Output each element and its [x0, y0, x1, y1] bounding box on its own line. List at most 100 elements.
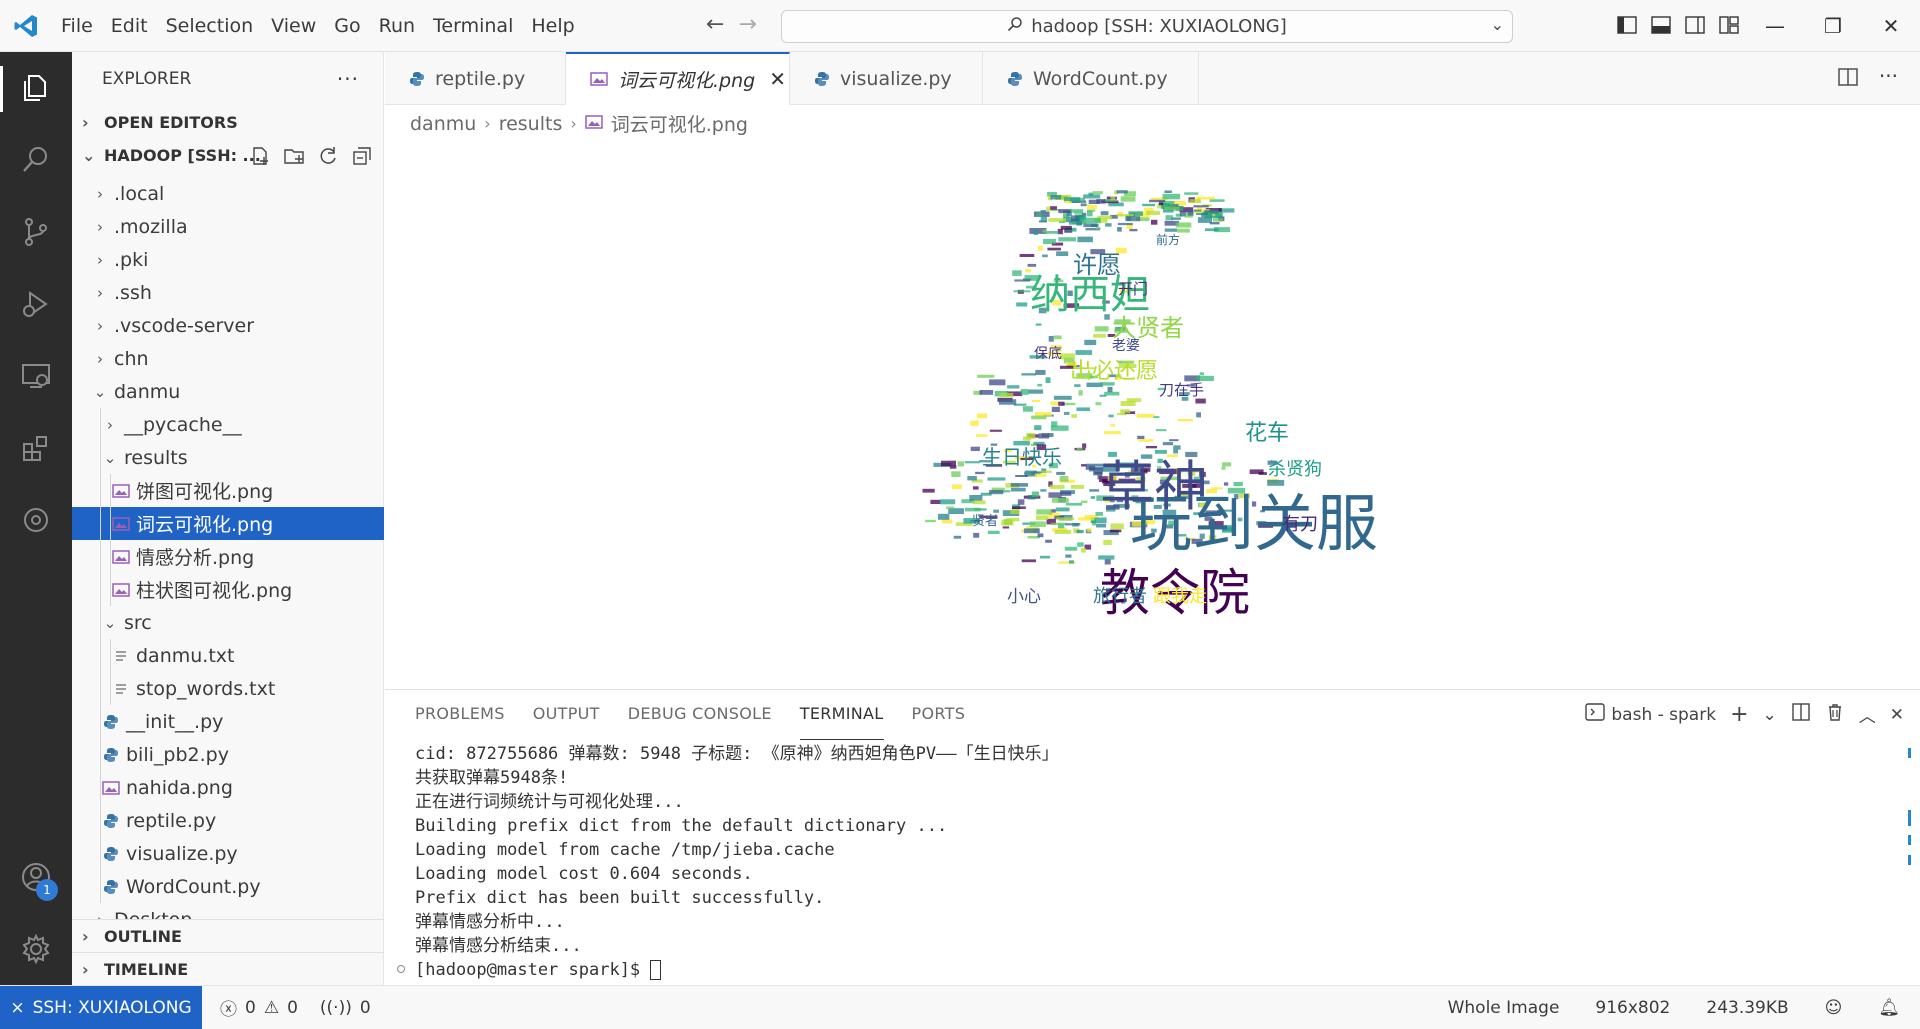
tree-folder[interactable]: › .vscode-server — [72, 309, 384, 342]
menu-view[interactable]: View — [262, 0, 325, 52]
tree-file[interactable]: bili_pb2.py — [72, 738, 384, 771]
menu-terminal[interactable]: Terminal — [424, 0, 522, 52]
menu-file[interactable]: File — [52, 0, 102, 52]
new-folder-icon[interactable] — [283, 145, 305, 167]
tree-folder[interactable]: › chn — [72, 342, 384, 375]
scrollbar-markers[interactable] — [1908, 740, 1912, 880]
tab-wordcloud-image[interactable]: 词云可视化.png ✕ — [566, 52, 790, 105]
customize-layout-icon[interactable] — [1718, 14, 1740, 36]
toggle-secondary-sidebar-icon[interactable] — [1684, 14, 1706, 36]
remote-indicator[interactable]: ⨯ SSH: XUXIAOLONG — [0, 985, 202, 1029]
tree-folder[interactable]: ⌄ danmu — [72, 375, 384, 408]
tree-folder[interactable]: › __pycache__ — [72, 408, 384, 441]
breadcrumb-item[interactable]: results — [499, 113, 563, 135]
terminal-selector[interactable]: bash - spark — [1585, 702, 1716, 727]
chevron-down-icon[interactable]: ⌄ — [1491, 15, 1504, 34]
menu-help[interactable]: Help — [522, 0, 583, 52]
tab-debug-console[interactable]: DEBUG CONSOLE — [628, 690, 772, 740]
indent-guide — [110, 573, 111, 606]
explorer-icon[interactable] — [0, 52, 72, 124]
forward-arrow-icon[interactable]: → — [738, 12, 756, 37]
tree-file[interactable]: nahida.png — [72, 771, 384, 804]
breadcrumb-item[interactable]: danmu — [410, 113, 476, 135]
tree-item-label: results — [124, 446, 188, 469]
tree-file[interactable]: 情感分析.png — [72, 540, 384, 573]
terminal-output[interactable]: cid: 872755686 弹幕数: 5948 子标题: 《原神》纳西妲角色P… — [415, 742, 1059, 982]
extensions-icon[interactable] — [0, 412, 72, 484]
outline-section[interactable]: › OUTLINE — [72, 919, 384, 952]
tab-terminal[interactable]: TERMINAL — [799, 690, 884, 740]
remote-explorer-icon[interactable] — [0, 340, 72, 412]
timeline-section[interactable]: › TIMELINE — [72, 952, 384, 985]
tree-folder[interactable]: ⌄ src — [72, 606, 384, 639]
chevron-down-icon[interactable]: ⌄ — [1763, 705, 1777, 725]
toggle-primary-sidebar-icon[interactable] — [1616, 14, 1638, 36]
back-arrow-icon[interactable]: ← — [706, 12, 724, 37]
tree-folder[interactable]: › Desktop — [72, 903, 384, 920]
tab-problems[interactable]: PROBLEMS — [415, 690, 505, 740]
close-icon[interactable]: ✕ — [1862, 0, 1920, 52]
settings-gear-icon[interactable] — [0, 913, 72, 985]
run-debug-icon[interactable] — [0, 268, 72, 340]
close-tab-icon[interactable]: ✕ — [769, 67, 786, 91]
menu-go[interactable]: Go — [325, 0, 369, 52]
ports-status[interactable]: ((·)) 0 — [320, 998, 371, 1018]
terminal-prompt-line: [hadoop@master spark]$ — [415, 958, 1059, 982]
tree-file[interactable]: __init__.py — [72, 705, 384, 738]
tab-output[interactable]: OUTPUT — [533, 690, 600, 740]
tree-folder[interactable]: › .pki — [72, 243, 384, 276]
timeline-view-icon[interactable] — [0, 484, 72, 556]
tree-folder[interactable]: › .mozilla — [72, 210, 384, 243]
trash-icon[interactable] — [1825, 702, 1845, 727]
tab-ports[interactable]: PORTS — [912, 690, 966, 740]
toggle-panel-icon[interactable] — [1650, 14, 1672, 36]
workspace-label: HADOOP [SSH: ... — [104, 146, 261, 165]
chevron-down-icon: ⌄ — [103, 613, 117, 632]
split-terminal-icon[interactable] — [1791, 702, 1811, 727]
accounts-icon[interactable]: 1 — [0, 841, 72, 913]
search-icon[interactable] — [0, 124, 72, 196]
chevron-right-icon: › — [97, 250, 103, 269]
indent-guide — [110, 639, 111, 672]
feedback-icon[interactable]: ☺ — [1825, 998, 1843, 1018]
tree-folder[interactable]: › .local — [72, 177, 384, 210]
tab-wordcount[interactable]: WordCount.py — [983, 52, 1199, 105]
new-terminal-icon[interactable]: + — [1730, 702, 1748, 727]
tree-folder[interactable]: ⌄ results — [72, 441, 384, 474]
image-mode[interactable]: Whole Image — [1448, 998, 1560, 1018]
tree-folder[interactable]: › .ssh — [72, 276, 384, 309]
command-center-label: hadoop [SSH: XUXIAOLONG] — [1031, 16, 1287, 37]
restore-icon[interactable]: ❐ — [1804, 0, 1862, 52]
tree-file[interactable]: 饼图可视化.png — [72, 474, 384, 507]
open-editors-section[interactable]: › OPEN EDITORS — [72, 106, 383, 139]
close-panel-icon[interactable]: ✕ — [1890, 705, 1904, 725]
tree-file[interactable]: stop_words.txt — [72, 672, 384, 705]
tab-visualize[interactable]: visualize.py — [790, 52, 983, 105]
split-editor-icon[interactable] — [1837, 66, 1859, 92]
command-center[interactable]: hadoop [SSH: XUXIAOLONG] ⌄ — [781, 10, 1513, 43]
minimize-icon[interactable]: — — [1746, 0, 1804, 52]
notifications-bell-icon[interactable]: 🔔︎ — [1878, 998, 1900, 1018]
more-actions-icon[interactable]: ··· — [1879, 66, 1898, 92]
tree-file[interactable]: danmu.txt — [72, 639, 384, 672]
tree-file[interactable]: 词云可视化.png — [72, 507, 384, 540]
workspace-section[interactable]: ⌄ HADOOP [SSH: ... — [72, 139, 383, 172]
wordcloud-word: 花车 — [1245, 421, 1289, 446]
maximize-panel-icon[interactable]: ︿ — [1859, 702, 1876, 727]
tree-file[interactable]: 柱状图可视化.png — [72, 573, 384, 606]
problems-status[interactable]: ⓧ 0 ⚠ 0 — [220, 995, 298, 1021]
refresh-icon[interactable] — [317, 145, 339, 167]
tab-reptile[interactable]: reptile.py — [385, 52, 566, 105]
new-file-icon[interactable] — [249, 145, 271, 167]
tree-file[interactable]: reptile.py — [72, 804, 384, 837]
source-control-icon[interactable] — [0, 196, 72, 268]
menu-selection[interactable]: Selection — [157, 0, 263, 52]
breadcrumb-item[interactable]: 词云可视化.png — [611, 110, 748, 137]
collapse-all-icon[interactable] — [351, 145, 373, 167]
menu-edit[interactable]: Edit — [102, 0, 157, 52]
menu-run[interactable]: Run — [370, 0, 424, 52]
tree-file[interactable]: WordCount.py — [72, 870, 384, 903]
tree-file[interactable]: visualize.py — [72, 837, 384, 870]
chevron-right-icon: › — [97, 184, 103, 203]
more-actions-icon[interactable]: ··· — [337, 67, 359, 91]
